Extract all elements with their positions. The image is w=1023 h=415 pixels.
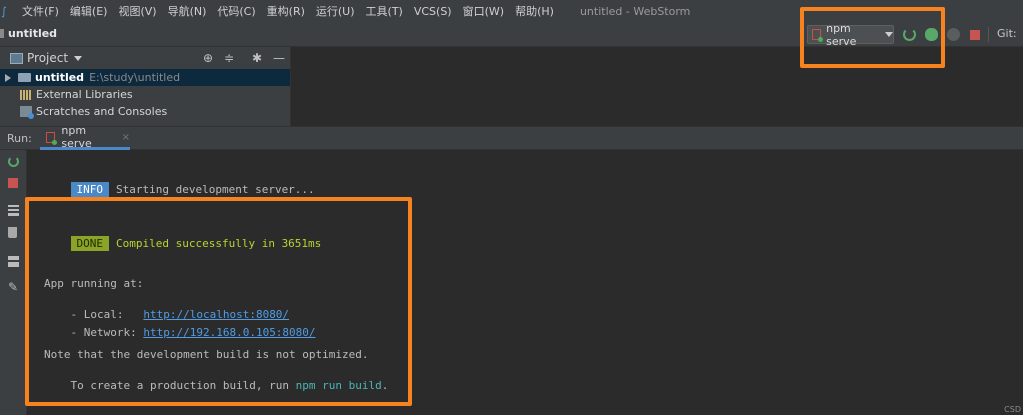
run-side-toolbar: ✎ <box>0 150 27 415</box>
menu-window[interactable]: 窗口(W) <box>463 3 504 19</box>
tab-npm-serve[interactable]: npm serve × <box>40 124 130 150</box>
chevron-down-icon[interactable] <box>74 55 83 61</box>
folder-icon <box>0 29 4 38</box>
folder-icon <box>18 73 31 82</box>
prod-command: npm run build <box>295 379 382 392</box>
toolbar-divider <box>988 27 989 42</box>
prod-prefix: To create a production build, run <box>70 379 296 392</box>
console-line-note: Note that the development build is not o… <box>44 348 369 361</box>
tab-label: npm serve <box>61 124 92 150</box>
menu-view[interactable]: 视图(V) <box>118 3 156 19</box>
menu-help[interactable]: 帮助(H) <box>515 3 554 19</box>
run-panel-label: Run: <box>7 132 32 145</box>
gear-icon[interactable]: ✱ <box>251 52 263 64</box>
tree-item-label: untitled <box>35 71 85 84</box>
close-icon[interactable]: × <box>122 132 130 143</box>
network-label: - Network: <box>70 326 144 339</box>
chevron-right-icon[interactable] <box>5 73 11 82</box>
rerun-icon[interactable] <box>8 156 19 167</box>
run-panel-header: Run: npm serve × <box>0 124 1023 150</box>
layout-icon[interactable] <box>8 256 19 267</box>
app-icon: ∫ <box>1 4 7 18</box>
console-line-info: INFO Starting development server... <box>44 169 315 210</box>
menu-code[interactable]: 代码(C) <box>217 3 255 19</box>
tree-item-scratches[interactable]: Scratches and Consoles <box>0 103 290 120</box>
network-url-link[interactable]: http://192.168.0.105:8080/ <box>143 326 315 339</box>
npm-icon <box>812 29 824 42</box>
menu-refactor[interactable]: 重构(R) <box>267 3 305 19</box>
library-icon <box>20 89 32 100</box>
menu-navigate[interactable]: 导航(N) <box>168 3 207 19</box>
breadcrumb-label: untitled <box>8 27 58 40</box>
navigation-bar: untitled npm serve Git: <box>0 22 1023 48</box>
npm-icon <box>46 131 58 145</box>
breadcrumb-project[interactable]: untitled <box>0 27 57 40</box>
menu-vcs[interactable]: VCS(S) <box>414 5 452 18</box>
project-panel-header: Project ⊕ ≑ ✱ — <box>0 47 290 69</box>
info-badge: INFO <box>70 182 109 197</box>
console-line-done: DONE Compiled successfully in 3651ms <box>44 223 321 264</box>
scratches-icon <box>20 106 34 119</box>
hide-panel-icon[interactable]: — <box>273 52 285 64</box>
info-text: Starting development server... <box>116 183 315 196</box>
console-line-prod: To create a production build, run npm ru… <box>44 366 389 405</box>
tree-item-untitled[interactable]: untitled E:\study\untitled <box>0 69 290 86</box>
scroll-to-end-icon[interactable] <box>8 205 19 216</box>
project-window-icon <box>10 52 23 64</box>
done-text: Compiled successfully in 3651ms <box>116 237 322 250</box>
stop-icon[interactable] <box>970 30 980 40</box>
console-output[interactable]: INFO Starting development server... DONE C… <box>28 150 1023 415</box>
tree-item-external-libraries[interactable]: External Libraries <box>0 86 290 103</box>
watermark: CSD <box>1004 405 1021 414</box>
done-badge: DONE <box>70 236 109 251</box>
project-tree: untitled E:\study\untitled External Libr… <box>0 69 290 126</box>
run-with-coverage-icon[interactable] <box>947 28 960 41</box>
git-label: Git: <box>997 27 1017 40</box>
window-title: untitled - WebStorm <box>579 4 691 18</box>
panel-splitter[interactable] <box>290 47 291 126</box>
trash-icon[interactable] <box>8 227 17 238</box>
stop-icon[interactable] <box>8 178 18 188</box>
menu-file[interactable]: 文件(F) <box>22 3 59 19</box>
run-configuration-select[interactable]: npm serve <box>807 22 894 48</box>
pin-icon[interactable]: ✎ <box>8 281 19 293</box>
menu-edit[interactable]: 编辑(E) <box>70 3 108 19</box>
run-configuration-label: npm serve <box>826 21 857 48</box>
tree-item-path: E:\study\untitled <box>89 71 181 84</box>
debug-bug-icon[interactable] <box>925 28 938 41</box>
console-line-app-running: App running at: <box>44 277 144 290</box>
prod-suffix: . <box>381 379 389 392</box>
locate-target-icon[interactable]: ⊕ <box>202 52 214 64</box>
run-icon[interactable] <box>903 28 916 41</box>
console-line-network: - Network: http://192.168.0.105:8080/ <box>44 313 316 352</box>
project-panel-title[interactable]: Project <box>27 51 68 65</box>
tree-item-label: Scratches and Consoles <box>36 105 168 118</box>
menu-tools[interactable]: 工具(T) <box>366 3 403 19</box>
chevron-down-icon <box>885 32 893 37</box>
collapse-all-icon[interactable]: ≑ <box>223 52 235 64</box>
menu-bar: ∫ 文件(F) 编辑(E) 视图(V) 导航(N) 代码(C) 重构(R) 运行… <box>0 0 1023 22</box>
menu-run[interactable]: 运行(U) <box>316 3 355 19</box>
tree-item-label: External Libraries <box>36 88 133 101</box>
